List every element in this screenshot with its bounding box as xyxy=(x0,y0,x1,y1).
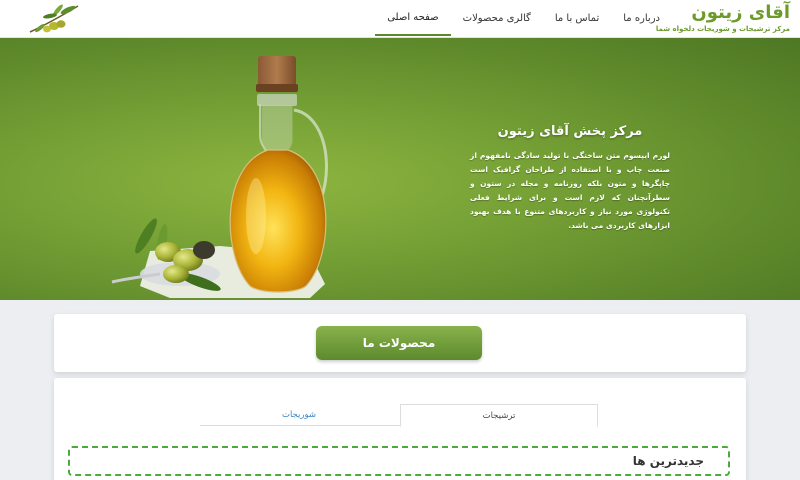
tab-salty[interactable]: شوریجات xyxy=(200,404,398,426)
hero-banner: مرکز پخش آقای زیتون لورم ایپسوم متن ساخت… xyxy=(0,38,800,300)
brand[interactable]: آقای زیتون مرکز ترشیجات و شوریجات دلخواه… xyxy=(656,2,790,34)
hero-description: لورم ایپسوم متن ساختگی با تولید سادگی نا… xyxy=(470,151,670,230)
olive-branch-logo[interactable] xyxy=(28,2,80,36)
hero-text: مرکز پخش آقای زیتون لورم ایپسوم متن ساخت… xyxy=(470,124,670,233)
olive-oil-bottle-image xyxy=(111,56,328,298)
our-products-button[interactable]: محصولات ما xyxy=(316,326,482,360)
brand-title: آقای زیتون xyxy=(691,2,790,23)
product-tabs-card: ترشیجات شوریجات جدیدترین ها xyxy=(54,378,746,480)
nav-item-gallery[interactable]: گالری محصولات xyxy=(451,0,543,36)
products-card: محصولات ما xyxy=(54,314,746,372)
navbar: صفحه اصلی گالری محصولات تماس با ما دربار… xyxy=(0,0,800,38)
tab-pickles[interactable]: ترشیجات xyxy=(400,404,598,427)
nav-item-contact[interactable]: تماس با ما xyxy=(543,0,611,36)
product-tabs: ترشیجات شوریجات xyxy=(200,404,598,427)
hero-title: مرکز پخش آقای زیتون xyxy=(497,124,643,139)
latest-section: جدیدترین ها xyxy=(68,446,730,476)
nav-item-home[interactable]: صفحه اصلی xyxy=(375,0,451,36)
latest-title: جدیدترین ها xyxy=(632,454,704,468)
main-nav: صفحه اصلی گالری محصولات تماس با ما دربار… xyxy=(375,0,672,36)
brand-subtitle: مرکز ترشیجات و شوریجات دلخواه شما xyxy=(655,25,790,33)
